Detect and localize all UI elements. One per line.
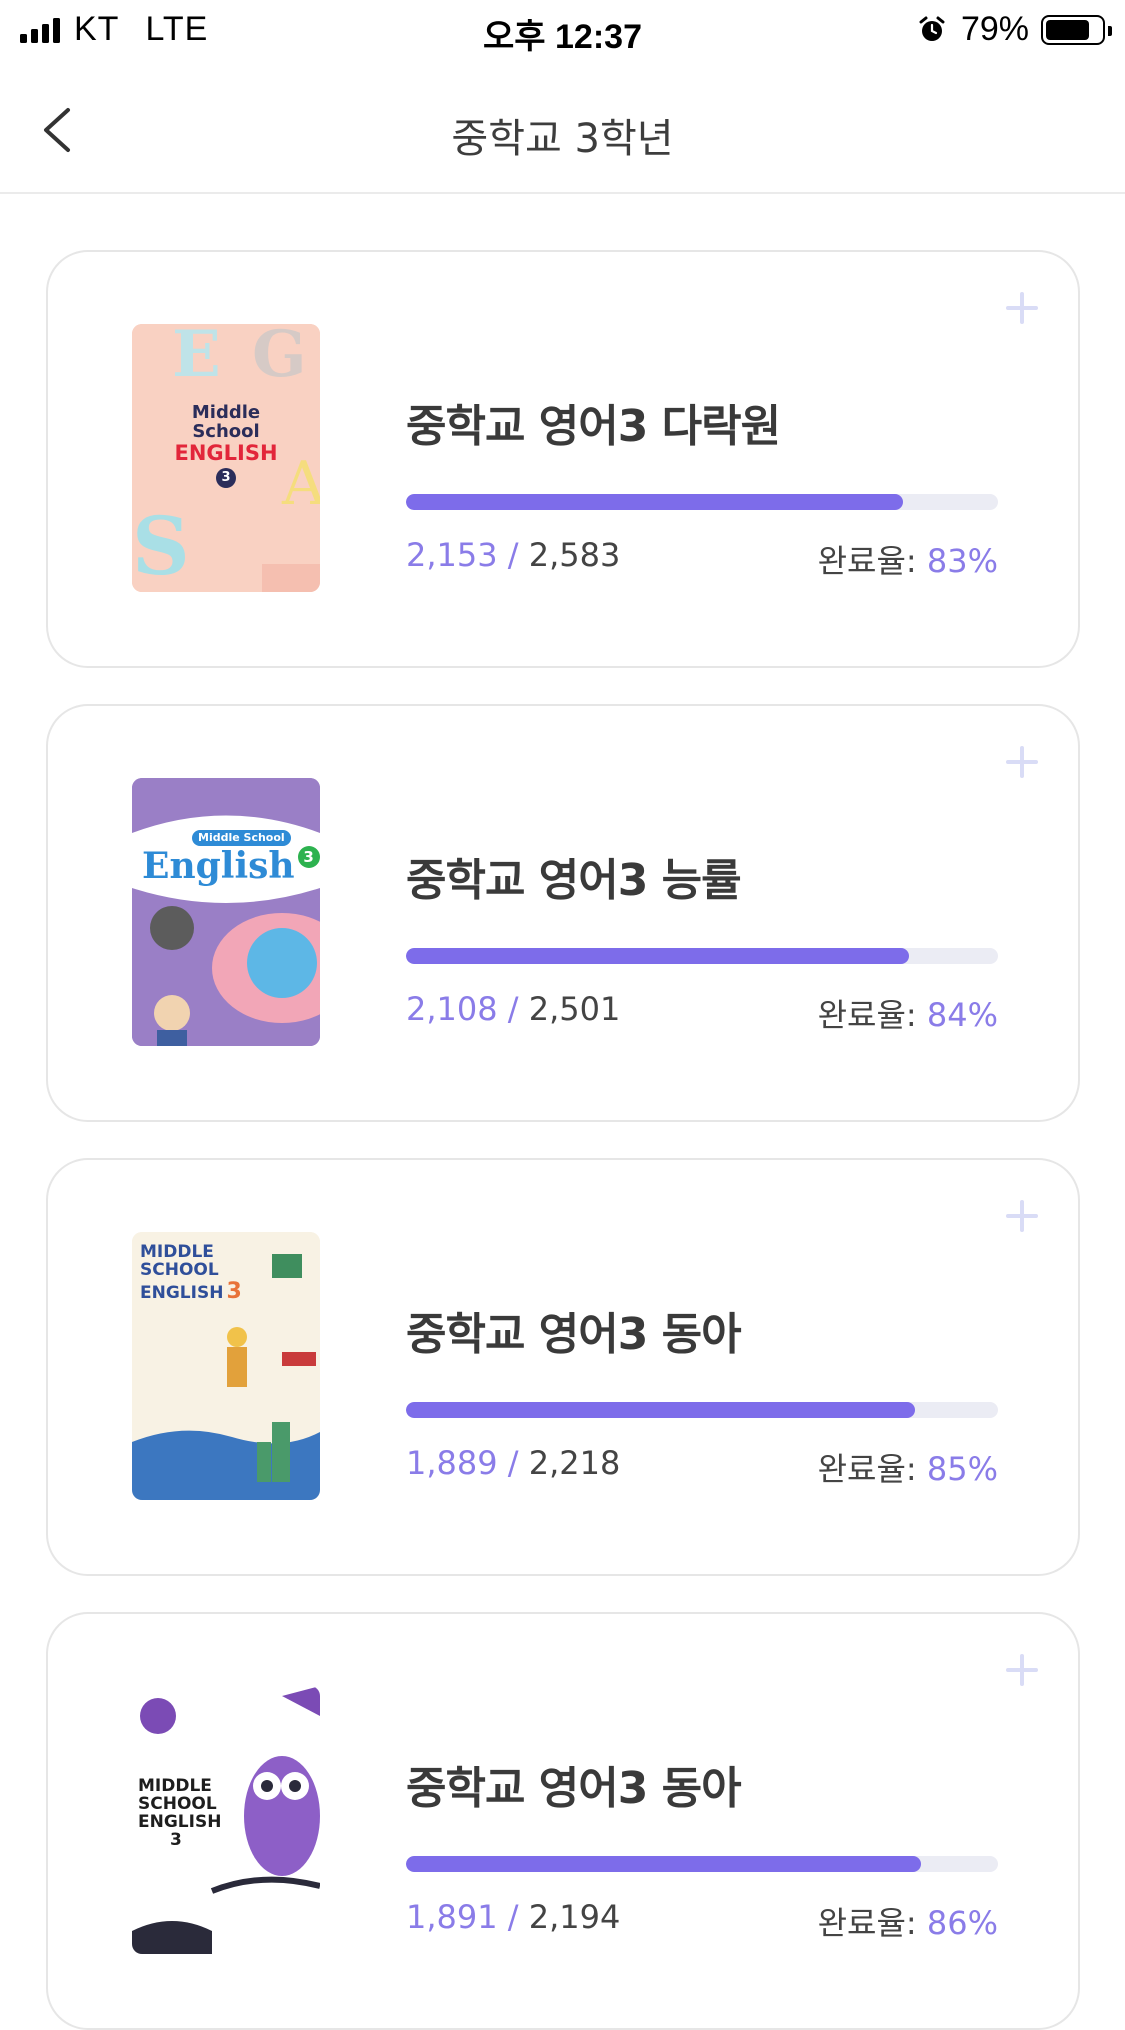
book-title: 중학교 영어3 다락원 <box>406 401 781 452</box>
svg-text:G: G <box>252 324 307 392</box>
cover-line1: Middle School <box>192 830 291 846</box>
progress-fill <box>406 948 910 964</box>
total-count: 2,583 <box>528 536 621 574</box>
progress-count: 1,891 / 2,194 <box>406 1898 621 1936</box>
completion-rate: 완료율: 85% <box>818 1444 998 1490</box>
completion-rate-value: 85% <box>926 1450 998 1488</box>
cover-line2: English <box>142 844 295 887</box>
total-count: 2,218 <box>528 1444 621 1482</box>
book-card[interactable]: MIDDLE SCHOOL ENGLISH 3 중학교 영어3 동아 1,889 … <box>46 1158 1080 1576</box>
battery-percent: 79% <box>960 10 1029 48</box>
cover-number: 3 <box>170 1829 182 1850</box>
page-title: 중학교 3학년 <box>451 116 674 162</box>
done-count: 2,108 <box>406 990 498 1028</box>
book-cover-image: MIDDLE SCHOOL ENGLISH 3 <box>132 1232 320 1500</box>
completion-rate-value: 84% <box>926 996 998 1034</box>
book-card[interactable]: E G S A Middle School ENGLISH 3 중학교 영어3 … <box>46 250 1080 668</box>
done-count: 2,153 <box>406 536 498 574</box>
cover-line2: School <box>192 420 260 442</box>
book-cover-image: Middle School English 3 <box>132 778 320 1046</box>
completion-rate: 완료율: 83% <box>818 536 998 582</box>
book-cover-image: MIDDLE SCHOOL ENGLISH 3 <box>132 1686 320 1954</box>
cover-line2: SCHOOL <box>140 1259 219 1280</box>
battery-icon <box>1041 14 1112 45</box>
completion-rate: 완료율: 86% <box>818 1898 998 1944</box>
progress-count: 2,153 / 2,583 <box>406 536 621 574</box>
book-title: 중학교 영어3 능률 <box>406 855 742 906</box>
total-count: 2,194 <box>528 1898 621 1936</box>
status-bar: KT LTE 오후 12:37 79% <box>0 0 1125 62</box>
progress-bar <box>406 1402 998 1418</box>
add-button[interactable] <box>1004 1198 1040 1234</box>
progress-count: 2,108 / 2,501 <box>406 990 621 1028</box>
cover-art <box>132 778 320 1046</box>
add-button[interactable] <box>1004 744 1040 780</box>
completion-rate: 완료율: 84% <box>818 990 998 1036</box>
cover-line3: ENGLISH <box>138 1811 222 1832</box>
battery-fill <box>1046 19 1089 40</box>
completion-rate-value: 83% <box>926 542 998 580</box>
cover-number: 3 <box>297 846 320 869</box>
progress-count: 1,889 / 2,218 <box>406 1444 621 1482</box>
progress-fill <box>406 494 904 510</box>
progress-fill <box>406 1856 922 1872</box>
completion-rate-label: 완료율: <box>817 542 917 580</box>
book-cover-image: E G S A Middle School ENGLISH 3 <box>132 324 320 592</box>
book-card[interactable]: Middle School English 3 중학교 영어3 능률 2,108… <box>46 704 1080 1122</box>
cover-line2: SCHOOL <box>138 1793 217 1814</box>
progress-bar <box>406 1856 998 1872</box>
cover-number: 3 <box>216 467 236 488</box>
completion-rate-label: 완료율: <box>817 996 917 1034</box>
done-count: 1,889 <box>406 1444 498 1482</box>
cover-line3: ENGLISH <box>174 440 278 465</box>
add-button[interactable] <box>1004 290 1040 326</box>
nav-header: 중학교 3학년 <box>0 62 1125 194</box>
status-right: 79% <box>917 10 1112 49</box>
add-button[interactable] <box>1004 1652 1040 1688</box>
svg-text:E: E <box>172 324 221 392</box>
book-title: 중학교 영어3 동아 <box>406 1763 742 1814</box>
completion-rate-label: 완료율: <box>817 1450 917 1488</box>
cover-line3: ENGLISH <box>140 1282 224 1303</box>
total-count: 2,501 <box>528 990 621 1028</box>
progress-fill <box>406 1402 916 1418</box>
progress-bar <box>406 948 998 964</box>
svg-text:S: S <box>132 499 190 592</box>
completion-rate-label: 완료율: <box>817 1904 917 1942</box>
cover-number: 3 <box>226 1278 242 1304</box>
done-count: 1,891 <box>406 1898 498 1936</box>
book-card[interactable]: MIDDLE SCHOOL ENGLISH 3 중학교 영어3 동아 1,891… <box>46 1612 1080 2030</box>
alarm-icon <box>919 16 945 41</box>
completion-rate-value: 86% <box>926 1904 998 1942</box>
book-title: 중학교 영어3 동아 <box>406 1309 742 1360</box>
progress-bar <box>406 494 998 510</box>
